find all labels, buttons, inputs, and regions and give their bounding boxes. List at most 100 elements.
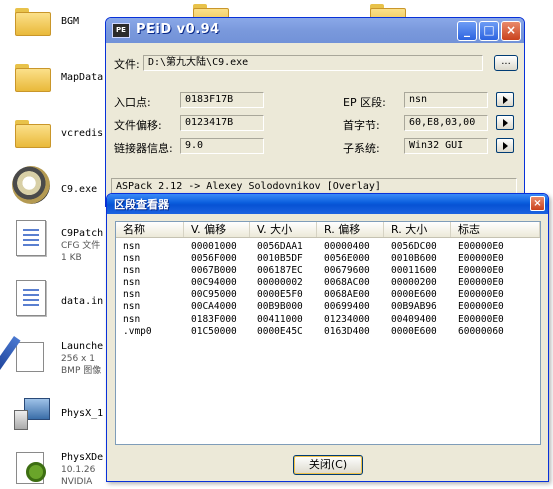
desktop-item-size: 1 KB [61, 253, 82, 263]
close-button[interactable]: × [501, 21, 521, 41]
desktop-item-label: C9.exe [61, 184, 98, 195]
file-label: 文件: [114, 58, 140, 71]
cfg-file-icon [16, 220, 46, 256]
table-cell: 006187EC [257, 265, 303, 277]
physx-app-icon [14, 448, 50, 486]
first-bytes-field[interactable]: 60,E8,03,00 [404, 115, 488, 131]
column-header-name[interactable]: 名称 [116, 222, 184, 237]
peid-titlebar[interactable]: PE PEiD v0.94 _ □ × [106, 18, 524, 43]
table-cell: nsn [123, 289, 141, 301]
table-cell: 0056DAA1 [257, 241, 303, 252]
table-cell: 00011600 [391, 265, 437, 277]
table-cell: 00679600 [324, 265, 370, 277]
table-cell: 0163D400 [324, 325, 370, 337]
table-cell: 00699400 [324, 301, 370, 313]
table-cell: nsn [123, 241, 141, 252]
table-row[interactable]: .vmp0 01C50000 0000E45C 0163D400 0000E600 600… [116, 326, 540, 338]
table-cell: nsn [123, 253, 141, 265]
desktop-item-label: PhysX_1 [61, 408, 104, 419]
table-cell: 0068AE00 [324, 289, 370, 301]
ep-section-label: EP 区段: [343, 96, 386, 109]
table-cell: 0056DC00 [391, 241, 437, 252]
table-cell: 0067B000 [191, 265, 237, 277]
column-header-vsize[interactable]: V. 大小 [250, 222, 317, 237]
desktop-item-company: NVIDIA [61, 477, 93, 487]
table-row[interactable]: nsn 0056F000 0010B5DF 0056E000 0010B600 E0000… [116, 253, 540, 265]
table-cell: 0010B5DF [257, 253, 303, 265]
file-path-field[interactable]: D:\第九大陆\C9.exe [143, 55, 483, 71]
minimize-button[interactable]: _ [457, 21, 477, 41]
ini-file-icon [16, 280, 46, 316]
table-cell: 0000E600 [391, 325, 437, 337]
table-row[interactable]: nsn 00001000 0056DAA1 00000400 0056DC00 E0000… [116, 241, 540, 253]
table-cell: 0010B600 [391, 253, 437, 265]
desktop-item-version: 10.1.26 [61, 465, 96, 475]
installer-icon [14, 396, 52, 432]
table-row[interactable]: nsn 00CA4000 00B9B000 00699400 00B9AB96 E0000… [116, 301, 540, 313]
desktop-item-label: C9Patch [61, 228, 104, 239]
ep-section-arrow-button[interactable] [496, 92, 514, 107]
entry-point-label: 入口点: [114, 96, 151, 109]
section-viewer-window: 区段查看器 × 名称 V. 偏移 V. 大小 R. 偏移 R. 大小 标志 ns… [106, 193, 549, 482]
maximize-button[interactable]: □ [479, 21, 499, 41]
folder-icon [15, 64, 51, 92]
table-row[interactable]: nsn 00C94000 00000002 0068AC00 00000200 E0000… [116, 277, 540, 289]
close-button[interactable]: 关闭(C) [293, 455, 363, 475]
subsystem-arrow-button[interactable] [496, 138, 514, 153]
folder-icon [15, 8, 51, 36]
desktop-item-label: MapData [61, 72, 104, 83]
table-row[interactable]: nsn 0183F000 00411000 01234000 00409400 E0000… [116, 314, 540, 326]
browse-button[interactable]: ... [494, 55, 518, 71]
column-header-voffset[interactable]: V. 偏移 [184, 222, 250, 237]
column-header-flags[interactable]: 标志 [451, 222, 540, 237]
ep-section-field[interactable]: nsn [404, 92, 488, 108]
table-cell: 00B9AB96 [391, 301, 437, 313]
table-cell: 00000002 [257, 277, 303, 289]
section-viewer-titlebar[interactable]: 区段查看器 × [107, 194, 548, 214]
desktop-item-label: BGM [61, 16, 80, 27]
table-cell: E00000E0 [458, 301, 504, 313]
bmp-image-icon [0, 336, 46, 376]
linker-info-field[interactable]: 9.0 [180, 138, 264, 154]
table-cell: 00411000 [257, 313, 303, 325]
table-cell: 01C50000 [191, 325, 237, 337]
first-bytes-arrow-button[interactable] [496, 115, 514, 130]
table-cell: E00000E0 [458, 253, 504, 265]
table-cell: 0056F000 [191, 253, 237, 265]
section-list[interactable]: 名称 V. 偏移 V. 大小 R. 偏移 R. 大小 标志 nsn 0000100… [115, 221, 541, 445]
table-row[interactable]: nsn 0067B000 006187EC 00679600 00011600 E0000… [116, 265, 540, 277]
table-cell: 60000060 [458, 325, 504, 337]
subsystem-field[interactable]: Win32 GUI [404, 138, 488, 154]
table-cell: 0000E45C [257, 325, 303, 337]
table-cell: E00000E0 [458, 277, 504, 289]
table-cell: .vmp0 [123, 325, 152, 337]
table-cell: 0000E600 [391, 289, 437, 301]
table-cell: 00000200 [391, 277, 437, 289]
table-cell: 00001000 [191, 241, 237, 252]
table-cell: 01234000 [324, 313, 370, 325]
table-cell: nsn [123, 301, 141, 313]
close-icon[interactable]: × [530, 196, 545, 211]
file-offset-field[interactable]: 0123417B [180, 115, 264, 131]
table-cell: 00C95000 [191, 289, 237, 301]
desktop-item-dimensions: 256 x 1 [61, 354, 95, 364]
desktop-item-label: Launche [61, 341, 104, 352]
table-cell: 0056E000 [324, 253, 370, 265]
peid-window: PE PEiD v0.94 _ □ × 文件: D:\第九大陆\C9.exe .… [105, 17, 525, 207]
entry-point-field[interactable]: 0183F17B [180, 92, 264, 108]
window-title: 区段查看器 [114, 198, 169, 211]
table-cell: 0068AC00 [324, 277, 370, 289]
column-header-rsize[interactable]: R. 大小 [384, 222, 451, 237]
subsystem-label: 子系统: [343, 142, 380, 155]
window-title: PEiD v0.94 [136, 22, 220, 37]
table-row[interactable]: nsn 00C95000 0000E5F0 0068AE00 0000E600 E0000… [116, 289, 540, 301]
table-cell: 00409400 [391, 313, 437, 325]
table-cell: 00B9B000 [257, 301, 303, 313]
table-cell: E00000E0 [458, 265, 504, 277]
desktop-item-type: BMP 图像 [61, 366, 102, 376]
table-cell: nsn [123, 313, 141, 325]
table-cell: nsn [123, 265, 141, 277]
column-header-roffset[interactable]: R. 偏移 [317, 222, 384, 237]
section-list-rows: nsn 00001000 0056DAA1 00000400 0056DC00 E0000… [116, 238, 540, 338]
desktop-item-type: CFG 文件 [61, 241, 101, 251]
